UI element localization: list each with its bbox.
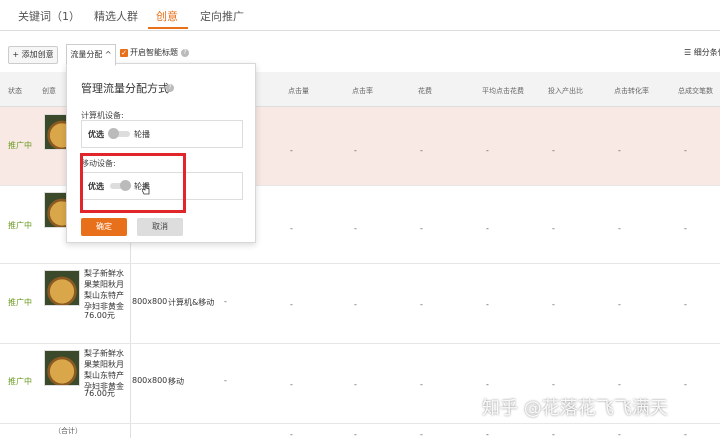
metric-cell: -	[618, 146, 621, 155]
header-roi[interactable]: 投入产出比	[548, 86, 583, 96]
hand-cursor-icon	[142, 183, 150, 195]
smart-title-label: 开启智能标题	[130, 48, 178, 57]
creative-title[interactable]: 梨子新鲜水果莱阳秋月梨山东特产孕妇非黄金	[84, 268, 126, 312]
creative-thumbnail[interactable]	[44, 350, 80, 386]
subdivide-button[interactable]: ☰ 细分条件	[684, 47, 720, 58]
metric-cell: -	[290, 300, 293, 309]
metric-cell: -	[684, 380, 687, 389]
tab-creative[interactable]: 创意	[156, 8, 178, 24]
creative-size: 800x800	[132, 297, 168, 306]
status-badge: 推广中	[8, 377, 32, 386]
status-badge: 推广中	[8, 298, 32, 307]
pc-device-switch[interactable]: 优选 轮播	[81, 120, 243, 148]
metric-cell: -	[486, 300, 489, 309]
metric-cell: -	[486, 146, 489, 155]
metric-cell: -	[420, 146, 423, 155]
metric-cell: -	[420, 224, 423, 233]
smart-title-toggle[interactable]: ✓ 开启智能标题?	[120, 47, 189, 58]
metric-cell: -	[354, 300, 357, 309]
pc-option-rotate[interactable]: 轮播	[134, 129, 150, 140]
creative-price: 76.00元	[84, 389, 115, 398]
metric-cell: -	[552, 146, 555, 155]
flow-allocation-button[interactable]: 流量分配 ^	[66, 44, 116, 66]
metric-cell: -	[420, 300, 423, 309]
header-ctr[interactable]: 点击率	[352, 86, 373, 96]
metric-cell: -	[290, 380, 293, 389]
metric-cell: -	[618, 224, 621, 233]
active-tab-underline	[148, 27, 188, 29]
pc-option-preferred[interactable]: 优选	[88, 129, 104, 140]
panel-title: 管理流量分配方式	[81, 82, 169, 95]
metric-cell: -	[224, 376, 227, 385]
metric-cell: -	[354, 224, 357, 233]
tab-audience[interactable]: 精选人群	[94, 8, 138, 24]
metric-cell: -	[684, 146, 687, 155]
help-icon[interactable]: ?	[166, 84, 174, 92]
metric-cell: -	[552, 380, 555, 389]
creative-thumbnail[interactable]	[44, 270, 80, 306]
creative-price: 76.00元	[84, 311, 115, 320]
checkbox-icon[interactable]: ✓	[120, 48, 128, 57]
metric-cell: -	[684, 300, 687, 309]
metric-cell: -	[354, 146, 357, 155]
header-cvr[interactable]: 点击转化率	[614, 86, 649, 96]
metric-cell: -	[354, 380, 357, 389]
columns-icon: ☰	[684, 48, 694, 57]
creative-size: 800x800	[132, 376, 168, 385]
metric-cell: -	[420, 380, 423, 389]
metric-cell: -	[618, 380, 621, 389]
metric-cell: -	[618, 300, 621, 309]
add-creative-button[interactable]: + 添加创意	[8, 46, 58, 64]
cancel-button[interactable]: 取消	[137, 218, 183, 236]
confirm-button[interactable]: 确定	[81, 218, 127, 236]
metric-cell: -	[552, 224, 555, 233]
header-clicks[interactable]: 点击量	[288, 86, 309, 96]
creative-title[interactable]: 梨子新鲜水果莱阳秋月梨山东特产孕妇非黄金	[84, 348, 126, 392]
metric-cell: -	[486, 224, 489, 233]
metric-cell: -	[552, 300, 555, 309]
highlight-annotation	[80, 153, 186, 213]
tab-targeting[interactable]: 定向推广	[200, 8, 244, 24]
creative-device: 移动	[168, 377, 184, 386]
metric-cell: -	[486, 380, 489, 389]
total-label: （合计）	[54, 427, 82, 435]
creative-device: 计算机&移动	[168, 298, 215, 307]
metric-cell: -	[290, 224, 293, 233]
header-cpc[interactable]: 平均点击花费	[482, 86, 524, 96]
watermark: 知乎 @花落花飞飞满天	[482, 398, 668, 419]
pc-toggle-knob[interactable]	[108, 128, 119, 139]
header-cost[interactable]: 花费	[418, 86, 432, 96]
metric-cell: -	[290, 146, 293, 155]
header-creative: 创意	[42, 87, 56, 95]
status-badge: 推广中	[8, 221, 32, 230]
help-icon[interactable]: ?	[181, 48, 189, 57]
metric-cell: -	[684, 224, 687, 233]
header-status: 状态	[8, 87, 22, 95]
metric-cell: -	[224, 297, 227, 306]
status-badge: 推广中	[8, 141, 32, 150]
tab-keywords[interactable]: 关键词（1）	[18, 8, 80, 24]
header-orders[interactable]: 总成交笔数	[678, 86, 713, 96]
